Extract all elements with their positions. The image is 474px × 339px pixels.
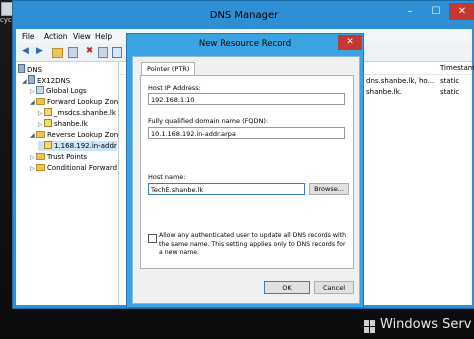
folder-up-icon[interactable] [52,48,63,58]
tree-label-forward-lookup: Forward Lookup Zon [47,98,119,106]
windows-server-watermark: Windows Serv [380,317,472,332]
cancel-button[interactable]: Cancel [314,281,354,294]
logs-icon [36,86,44,94]
fqdn-label: Fully qualified domain name (FQDN): [148,117,269,125]
desktop: cycl DNS Manager – ☐ ✕ File Action View … [0,0,474,339]
tree-label-dns: DNS [27,66,43,74]
allow-update-label: Allow any authenticated user to update a… [159,232,347,256]
refresh-icon[interactable] [98,47,108,58]
menu-action[interactable]: Action [44,32,68,41]
tree-label-msdcs: _msdcs.shanbe.lk [54,109,116,117]
tree-item-conditional-forwarders[interactable]: ▷ Conditional Forward [30,163,117,173]
ok-button[interactable]: OK [264,281,310,294]
host-name-label: Host name: [148,173,186,181]
properties-icon[interactable] [112,47,122,58]
new-resource-record-dialog: New Resource Record ✕ Pointer (PTR) Host… [126,33,364,308]
tree-label-reverse-lookup: Reverse Lookup Zon [47,131,119,139]
host-name-input[interactable]: TechE.shanbe.lk [148,183,305,195]
record-data: shanbe.lk. [366,88,403,96]
menu-view[interactable]: View [73,32,91,41]
folder-icon [36,131,45,138]
maximize-button[interactable]: ☐ [423,3,449,20]
minimize-button[interactable]: – [397,3,423,20]
fqdn-input[interactable]: 10.1.168.192.in-addr.arpa [148,127,345,139]
dns-manager-window: DNS Manager – ☐ ✕ File Action View Help … [12,0,474,309]
folder-icon [36,98,45,105]
browse-button[interactable]: Browse... [309,183,349,195]
dialog-title: New Resource Record [198,39,292,49]
console-tree: DNS ◢ EX12DNS ▷ Global Logs ◢ Forward Looku… [16,62,119,305]
tree-item-trust-points[interactable]: ▷ Trust Points [30,152,87,162]
tree-item-global-logs[interactable]: ▷ Global Logs [30,86,87,96]
record-timestamp: static [440,77,460,85]
tree-item-dns[interactable]: DNS [18,64,42,74]
zone-icon [44,119,52,127]
delete-icon[interactable]: ✖ [84,46,95,57]
record-timestamp: static [440,88,460,96]
tree-item-reverse-zone[interactable]: 1.168.192.in-addr [38,141,117,151]
host-ip-input[interactable]: 192.168.1.10 [148,93,345,105]
tree-label-global-logs: Global Logs [46,87,87,95]
tree-item-msdcs[interactable]: ▷ _msdcs.shanbe.lk [38,108,116,118]
menu-file[interactable]: File [22,32,35,41]
tree-item-server[interactable]: ◢ EX12DNS [22,75,70,85]
allow-update-checkbox[interactable] [148,234,157,243]
tree-item-forward-lookup[interactable]: ◢ Forward Lookup Zon [30,97,118,107]
host-ip-label: Host IP Address: [148,84,201,92]
dialog-close-button[interactable]: ✕ [338,35,362,50]
zone-icon [44,141,52,149]
tab-panel: Host IP Address: 192.168.1.10 Fully qual… [140,75,354,269]
tree-label-shanbe: shanbe.lk [54,120,88,128]
menu-help[interactable]: Help [95,32,112,41]
tree-label-conditional-forwarders: Conditional Forward [47,164,118,172]
zone-icon [44,108,52,116]
tree-label-trust-points: Trust Points [47,153,88,161]
dns-server-icon [18,64,25,73]
tree-label-server: EX12DNS [37,77,71,85]
tree-label-reverse-zone: 1.168.192.in-addr [54,142,117,150]
back-icon[interactable]: ◀ [20,46,31,57]
windows-logo-icon [364,320,376,334]
folder-icon [36,153,45,160]
folder-icon [36,164,45,171]
dns-title-bar[interactable]: DNS Manager – ☐ ✕ [13,1,474,29]
tree-item-reverse-lookup[interactable]: ◢ Reverse Lookup Zon [30,130,118,140]
tab-pointer-ptr[interactable]: Pointer (PTR) [141,62,196,76]
tree-item-shanbe[interactable]: ▷ shanbe.lk [38,119,88,129]
record-data: dns.shanbe.lk, ho... [366,77,435,85]
close-button[interactable]: ✕ [449,3,474,20]
forward-icon[interactable]: ▶ [34,46,45,57]
server-icon [28,75,35,84]
show-hide-tree-icon[interactable] [68,47,78,58]
dialog-body: Pointer (PTR) Host IP Address: 192.168.1… [132,56,360,304]
column-timestamp[interactable]: Timestam [440,64,474,72]
